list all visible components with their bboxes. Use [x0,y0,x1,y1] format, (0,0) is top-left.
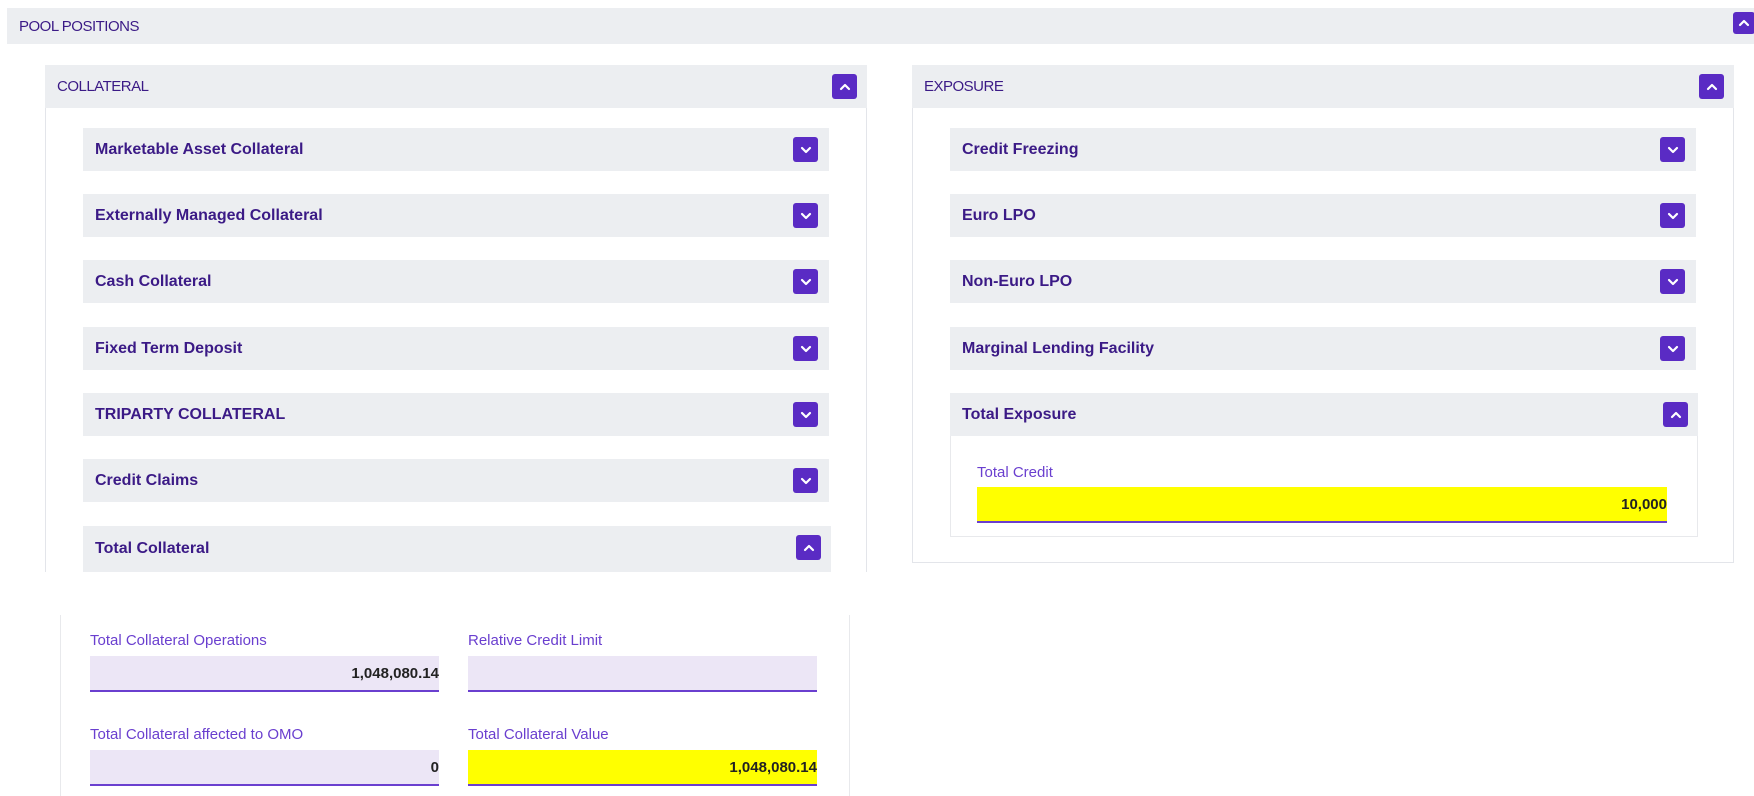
expand-button[interactable] [1660,203,1685,228]
exposure-section-title: EXPOSURE [924,78,1004,95]
exposure-item-marginal-lending[interactable]: Marginal Lending Facility [950,327,1696,370]
expand-button[interactable] [793,402,818,427]
expand-button[interactable] [793,137,818,162]
pool-positions-title: POOL POSITIONS [19,17,139,35]
collateral-item-total-collateral[interactable]: Total Collateral [83,526,831,572]
total-collateral-affected-omo-field[interactable]: 0 [90,750,439,786]
collateral-item-credit-claims[interactable]: Credit Claims [83,459,829,502]
collateral-item-fixed-term-deposit[interactable]: Fixed Term Deposit [83,327,829,370]
chevron-down-icon [1667,345,1678,352]
chevron-up-icon [1738,19,1750,27]
chevron-down-icon [800,345,811,352]
chevron-up-icon [1706,83,1717,90]
collateral-item-label: Credit Claims [95,471,199,489]
collateral-item-label: Externally Managed Collateral [95,206,323,224]
total-credit-label: Total Credit [977,464,1053,481]
collateral-section-header[interactable]: COLLATERAL [45,65,867,108]
exposure-item-label: Euro LPO [962,206,1036,224]
exposure-item-label: Credit Freezing [962,140,1079,158]
chevron-up-icon [839,83,850,90]
exposure-collapse-button[interactable] [1699,74,1724,99]
collateral-item-cash[interactable]: Cash Collateral [83,260,829,303]
chevron-down-icon [800,146,811,153]
chevron-down-icon [800,278,811,285]
chevron-up-icon [803,544,814,551]
relative-credit-limit-label: Relative Credit Limit [468,632,603,649]
total-collateral-affected-omo-label: Total Collateral affected to OMO [90,726,304,743]
collateral-item-externally-managed[interactable]: Externally Managed Collateral [83,194,829,237]
total-credit-field[interactable]: 10,000 [977,487,1667,523]
expand-button[interactable] [793,336,818,361]
expand-button[interactable] [793,468,818,493]
collateral-item-label: Total Collateral [95,540,210,557]
chevron-down-icon [800,477,811,484]
collapse-button[interactable] [796,535,821,560]
collateral-collapse-button[interactable] [832,74,857,99]
chevron-down-icon [1667,278,1678,285]
chevron-up-icon [1670,411,1681,418]
collateral-item-label: TRIPARTY COLLATERAL [95,405,286,423]
collateral-item-label: Marketable Asset Collateral [95,140,304,158]
chevron-down-icon [800,212,811,219]
pool-positions-header[interactable]: POOL POSITIONS [7,8,1754,44]
total-credit-value: 10,000 [1621,495,1667,513]
expand-button[interactable] [1660,269,1685,294]
chevron-down-icon [800,411,811,418]
collateral-item-triparty[interactable]: TRIPARTY COLLATERAL [83,393,829,436]
exposure-item-euro-lpo[interactable]: Euro LPO [950,194,1696,237]
total-collateral-value-label: Total Collateral Value [468,726,609,743]
exposure-item-non-euro-lpo[interactable]: Non-Euro LPO [950,260,1696,303]
total-collateral-value-value: 1,048,080.14 [729,758,817,776]
expand-button[interactable] [1660,137,1685,162]
expand-button[interactable] [1660,336,1685,361]
collateral-item-marketable-asset[interactable]: Marketable Asset Collateral [83,128,829,171]
collateral-item-label: Fixed Term Deposit [95,339,243,357]
exposure-item-credit-freezing[interactable]: Credit Freezing [950,128,1696,171]
expand-button[interactable] [793,269,818,294]
relative-credit-limit-field[interactable] [468,656,817,692]
collapse-button[interactable] [1663,402,1688,427]
collateral-item-label: Cash Collateral [95,272,212,290]
chevron-down-icon [1667,212,1678,219]
total-collateral-operations-value: 1,048,080.14 [351,664,439,682]
total-collateral-operations-field[interactable]: 1,048,080.14 [90,656,439,692]
exposure-section-header[interactable]: EXPOSURE [912,65,1734,108]
expand-button[interactable] [793,203,818,228]
pool-positions-collapse-button[interactable] [1733,12,1754,34]
exposure-item-total-exposure[interactable]: Total Exposure [950,393,1698,436]
exposure-item-label: Non-Euro LPO [962,272,1073,290]
exposure-item-label: Total Exposure [962,405,1077,423]
collateral-section-title: COLLATERAL [57,78,149,95]
total-collateral-operations-label: Total Collateral Operations [90,632,267,649]
chevron-down-icon [1667,146,1678,153]
total-collateral-value-field[interactable]: 1,048,080.14 [468,750,817,786]
exposure-item-label: Marginal Lending Facility [962,339,1155,357]
total-collateral-affected-omo-value: 0 [430,758,439,776]
